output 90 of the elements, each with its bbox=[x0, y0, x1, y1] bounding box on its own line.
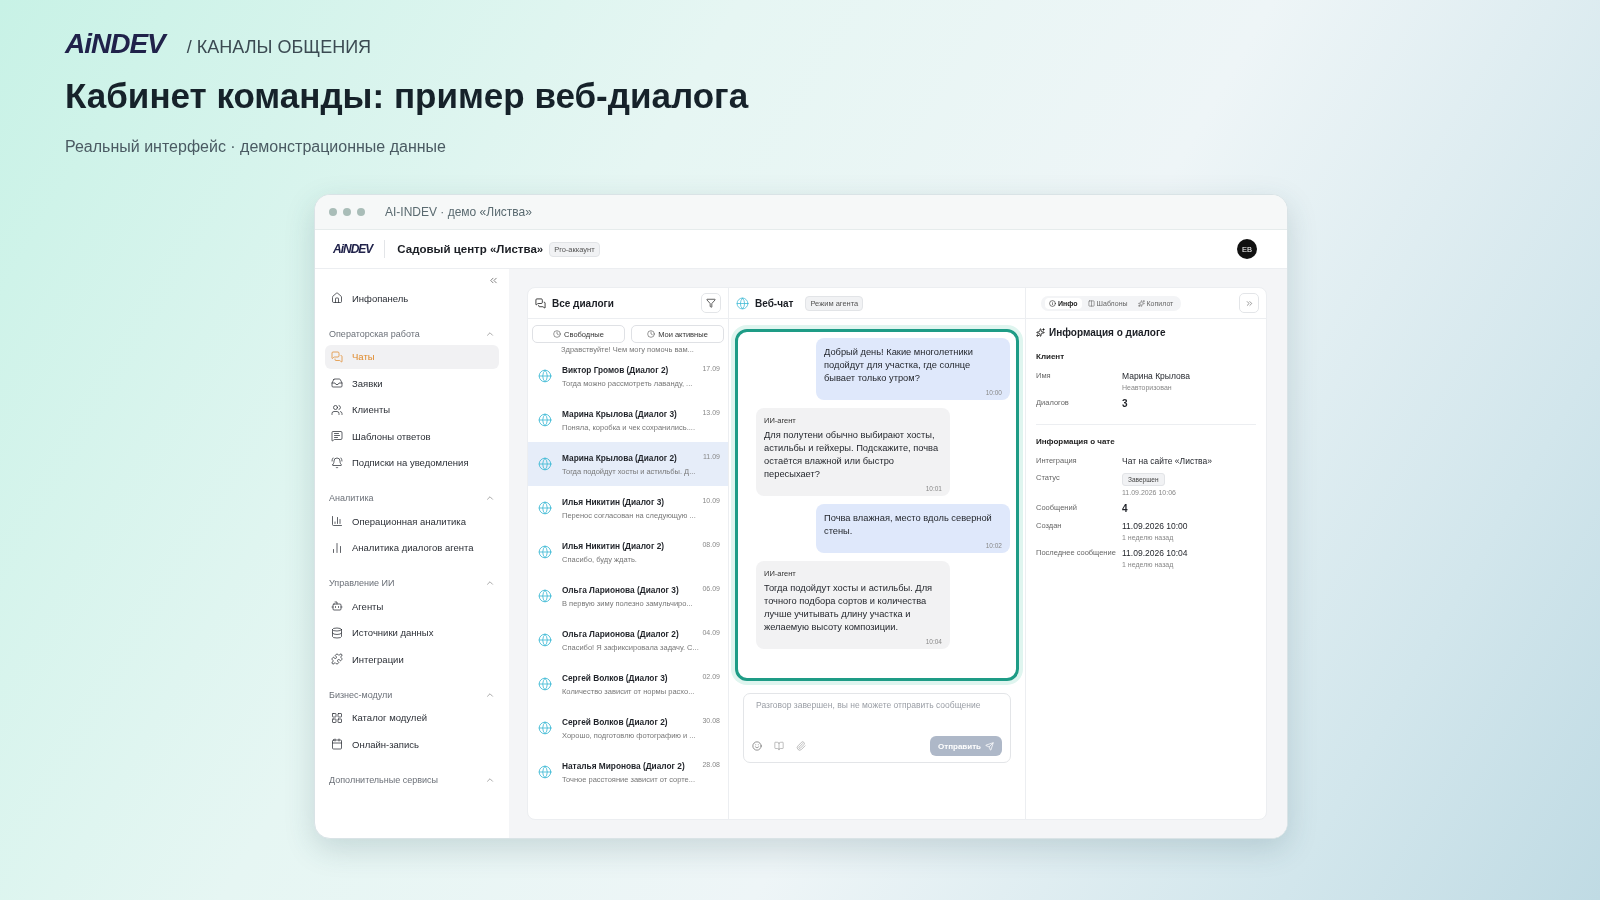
section-label: / КАНАЛЫ ОБЩЕНИЯ bbox=[186, 37, 372, 58]
bar-chart-icon bbox=[331, 541, 343, 554]
chevron-up-icon[interactable] bbox=[485, 578, 495, 588]
page-title: Кабинет команды: пример веб-диалога bbox=[65, 76, 750, 116]
columns-icon bbox=[1087, 299, 1095, 307]
grid-icon bbox=[331, 711, 343, 724]
nav-item[interactable]: Аналитика диалогов агента bbox=[325, 535, 499, 560]
chevron-up-icon[interactable] bbox=[485, 493, 495, 503]
nav-item[interactable]: Интеграции bbox=[325, 647, 499, 671]
message-text: Почва влажная, место вдоль северной стены. bbox=[824, 512, 993, 538]
window-dot bbox=[343, 208, 351, 216]
message-text: Тогда подойдут хосты и астильбы. Для точного подбора сортов и количества лучше учитывать длину участка и желаемую высоту композиции. bbox=[764, 582, 934, 634]
puzzle-icon bbox=[331, 653, 343, 665]
globe-icon bbox=[538, 589, 552, 603]
nav-item[interactable]: Заявки bbox=[325, 371, 499, 395]
sparkles-icon bbox=[1137, 299, 1145, 307]
home-icon bbox=[331, 292, 343, 304]
dialog-name: Илья Никитин (Диалог 2) bbox=[562, 540, 665, 551]
chat-bubbles-icon bbox=[331, 350, 343, 363]
globe-icon bbox=[736, 296, 749, 310]
nav-item[interactable]: Инфопанель bbox=[325, 286, 499, 310]
field-value: 3 bbox=[1122, 398, 1128, 409]
dialog-name: Сергей Волков (Диалог 3) bbox=[562, 672, 668, 683]
panel-title: Все диалоги bbox=[552, 297, 614, 309]
nav-item[interactable]: Каталог модулей bbox=[325, 705, 499, 730]
nav-item[interactable]: Шаблоны ответов bbox=[325, 424, 499, 448]
globe-icon bbox=[538, 545, 552, 559]
dialog-name: Сергей Волков (Диалог 2) bbox=[562, 716, 668, 727]
expand-button[interactable] bbox=[1239, 293, 1259, 313]
nav-item[interactable]: Подписки на уведомления bbox=[325, 450, 499, 475]
dialog-name: Марина Крылова (Диалог 3) bbox=[562, 408, 677, 419]
section-title: Клиент bbox=[1036, 352, 1066, 361]
globe-icon bbox=[538, 457, 552, 471]
dialog-name: Илья Никитин (Диалог 3) bbox=[562, 496, 665, 507]
dialog-name: Ольга Ларионова (Диалог 3) bbox=[562, 584, 679, 595]
users-icon bbox=[331, 403, 343, 416]
info-title: Информация о диалоге bbox=[1049, 327, 1166, 338]
send-icon bbox=[985, 741, 994, 751]
field-value: 11.09.2026 10:00 bbox=[1122, 521, 1188, 531]
nav-item[interactable]: Операционная аналитика bbox=[325, 509, 499, 533]
clock-icon bbox=[647, 330, 656, 338]
window-title: AI-INDEV · демо «Листва» bbox=[385, 205, 532, 219]
chat-bubbles-icon bbox=[535, 297, 546, 309]
expand-icon bbox=[1244, 298, 1254, 308]
sparkles-icon bbox=[1036, 328, 1045, 337]
info-icon bbox=[1049, 299, 1056, 307]
dialog-name: Наталья Миронова (Диалог 2) bbox=[562, 760, 685, 771]
inbox-icon bbox=[331, 377, 343, 389]
nav-item[interactable]: Онлайн-запись bbox=[325, 732, 499, 756]
collapse-icon[interactable] bbox=[488, 275, 499, 286]
dialog-name: Марина Крылова (Диалог 2) bbox=[562, 452, 677, 463]
bot-icon bbox=[331, 600, 343, 612]
globe-icon bbox=[538, 369, 552, 383]
globe-icon bbox=[538, 633, 552, 647]
bell-icon bbox=[331, 456, 343, 469]
calendar-icon bbox=[331, 738, 343, 750]
panel-title: Веб-чат bbox=[755, 297, 794, 309]
clock-icon bbox=[553, 330, 562, 338]
section-title: Информация о чате bbox=[1036, 437, 1116, 446]
field-value: 4 bbox=[1122, 503, 1128, 514]
globe-icon bbox=[538, 721, 552, 735]
dialog-name: Ольга Ларионова (Диалог 2) bbox=[562, 628, 679, 639]
app-logo: AiNDEV bbox=[333, 243, 373, 255]
nav-item[interactable]: Источники данных bbox=[325, 620, 499, 645]
field-value: Чат на сайте «Листва» bbox=[1122, 456, 1212, 466]
message-text: Добрый день! Какие многолетники подойдут для участка, где солнце бывает только утром? bbox=[824, 346, 974, 385]
company-name: Садовый центр «Листва» bbox=[397, 243, 544, 255]
message-text: Для полутени обычно выбирают хосты, астильбы и гейхеры. Подскажите, почва остаётся влажной или быстро пересыхает? bbox=[764, 429, 940, 481]
nav-group-title: Дополнительные сервисы bbox=[329, 774, 439, 785]
bar-chart-icon bbox=[331, 515, 343, 527]
filter-button[interactable] bbox=[701, 293, 721, 313]
window-dot bbox=[329, 208, 337, 216]
globe-icon bbox=[538, 501, 552, 515]
nav-item[interactable]: Клиенты bbox=[325, 397, 499, 422]
nav-group-title: Аналитика bbox=[329, 493, 374, 503]
funnel-icon bbox=[706, 298, 716, 308]
globe-icon bbox=[538, 765, 552, 779]
field-value: Марина Крылова bbox=[1122, 371, 1190, 381]
nav-item[interactable]: Агенты bbox=[325, 594, 499, 618]
database-icon bbox=[331, 626, 343, 639]
message-icon bbox=[331, 430, 343, 442]
window-dot bbox=[357, 208, 365, 216]
globe-icon bbox=[538, 677, 552, 691]
field-value: 11.09.2026 10:04 bbox=[1122, 548, 1188, 558]
nav-group-title: Бизнес-модули bbox=[329, 689, 393, 700]
globe-icon bbox=[538, 413, 552, 427]
nav-group-title: Управление ИИ bbox=[329, 578, 395, 588]
page-subtitle: Реальный интерфейс · демонстрационные данные bbox=[65, 138, 447, 156]
dialog-name: Виктор Громов (Диалог 2) bbox=[562, 364, 669, 375]
nav-group-title: Операторская работа bbox=[329, 328, 420, 339]
